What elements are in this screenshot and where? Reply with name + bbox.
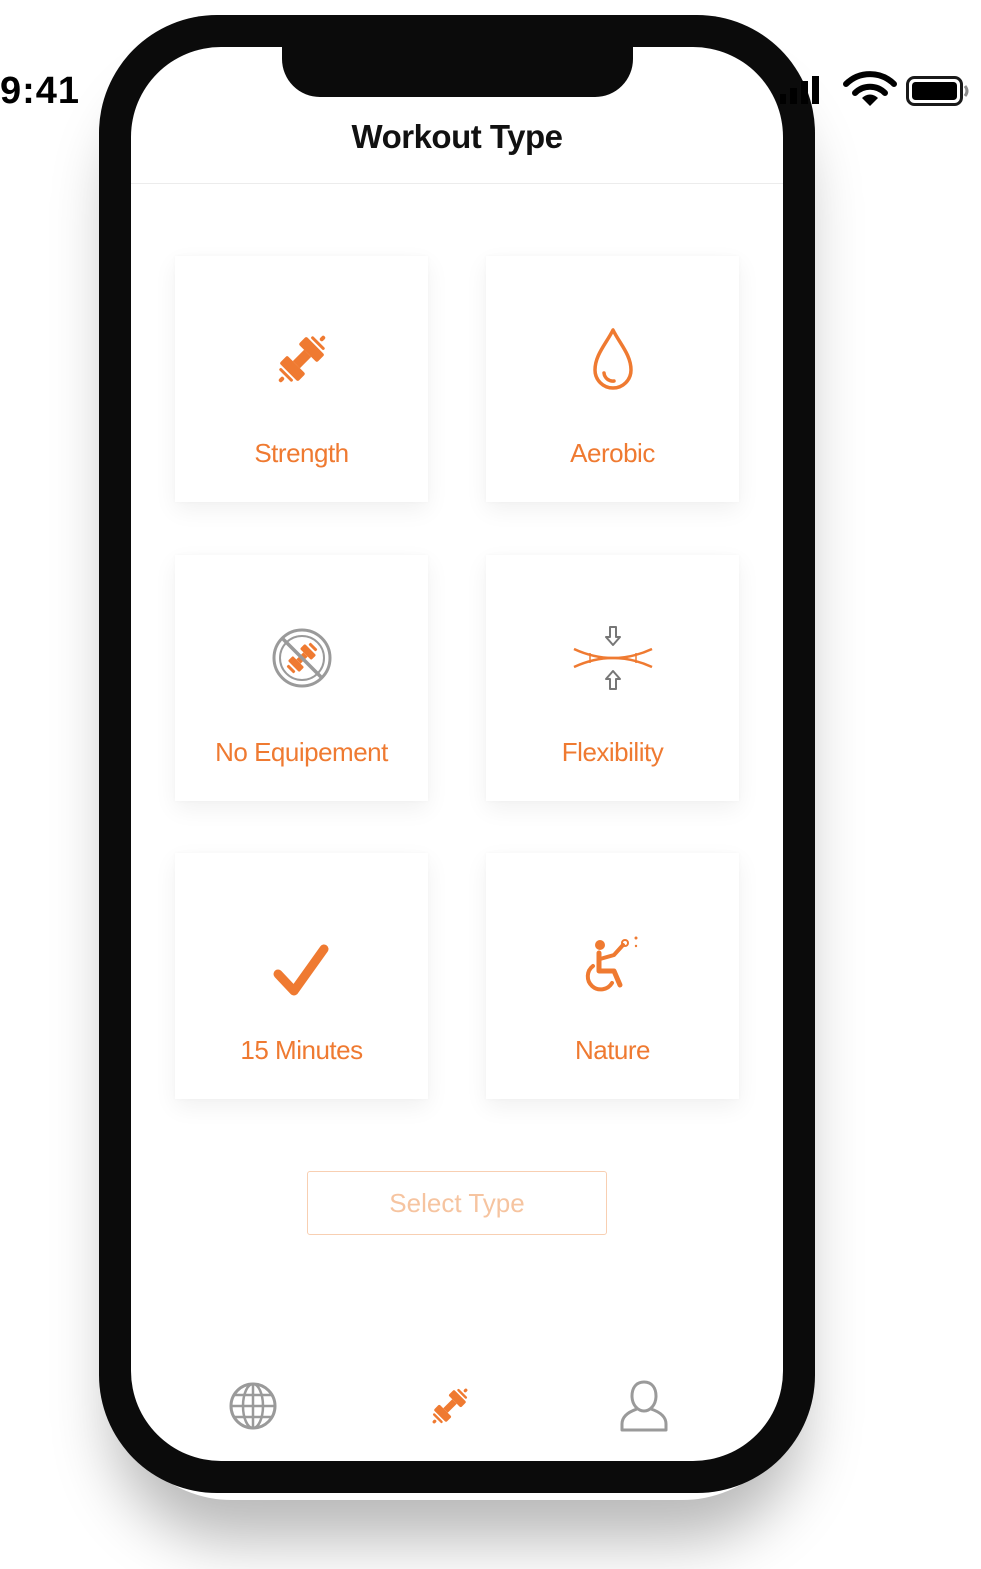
workout-card-label: No Equipement <box>215 737 388 767</box>
workout-card-label: Strength <box>254 438 349 468</box>
device-notch <box>282 47 633 97</box>
dumbbell-icon <box>422 1378 478 1439</box>
tab-profile[interactable] <box>614 1378 674 1438</box>
tab-globe[interactable] <box>223 1378 283 1438</box>
workout-card-label: Flexibility <box>561 737 664 767</box>
flexibility-icon <box>486 623 739 693</box>
cellular-signal-icon <box>780 76 819 104</box>
workout-card-nature[interactable]: Nature <box>486 853 739 1099</box>
water-drop-icon <box>486 324 739 394</box>
header-divider <box>131 183 783 184</box>
workout-card-label: Aerobic <box>570 438 655 468</box>
workout-card-no-equipment[interactable]: No Equipement <box>175 555 428 801</box>
wifi-icon <box>843 71 897 106</box>
no-equipment-icon <box>175 623 428 693</box>
select-type-button[interactable]: Select Type <box>307 1171 607 1235</box>
status-icons <box>780 68 980 118</box>
status-time: 9:41 <box>0 70 81 112</box>
profile-icon <box>618 1378 670 1439</box>
workout-card-flexibility[interactable]: Flexibility <box>486 555 739 801</box>
workout-card-strength[interactable]: Strength <box>175 256 428 502</box>
dumbbell-icon <box>175 324 428 394</box>
workout-card-aerobic[interactable]: Aerobic <box>486 256 739 502</box>
tab-workouts[interactable] <box>420 1378 480 1438</box>
wheelchair-icon <box>486 933 739 1003</box>
globe-icon <box>227 1380 279 1437</box>
workout-card-15-minutes[interactable]: 15 Minutes <box>175 853 428 1099</box>
page-title: Workout Type <box>351 118 563 155</box>
workout-card-label: Nature <box>574 1035 651 1065</box>
workout-card-label: 15 Minutes <box>240 1035 363 1065</box>
checkmark-icon <box>175 941 428 1011</box>
battery-icon <box>906 76 969 106</box>
